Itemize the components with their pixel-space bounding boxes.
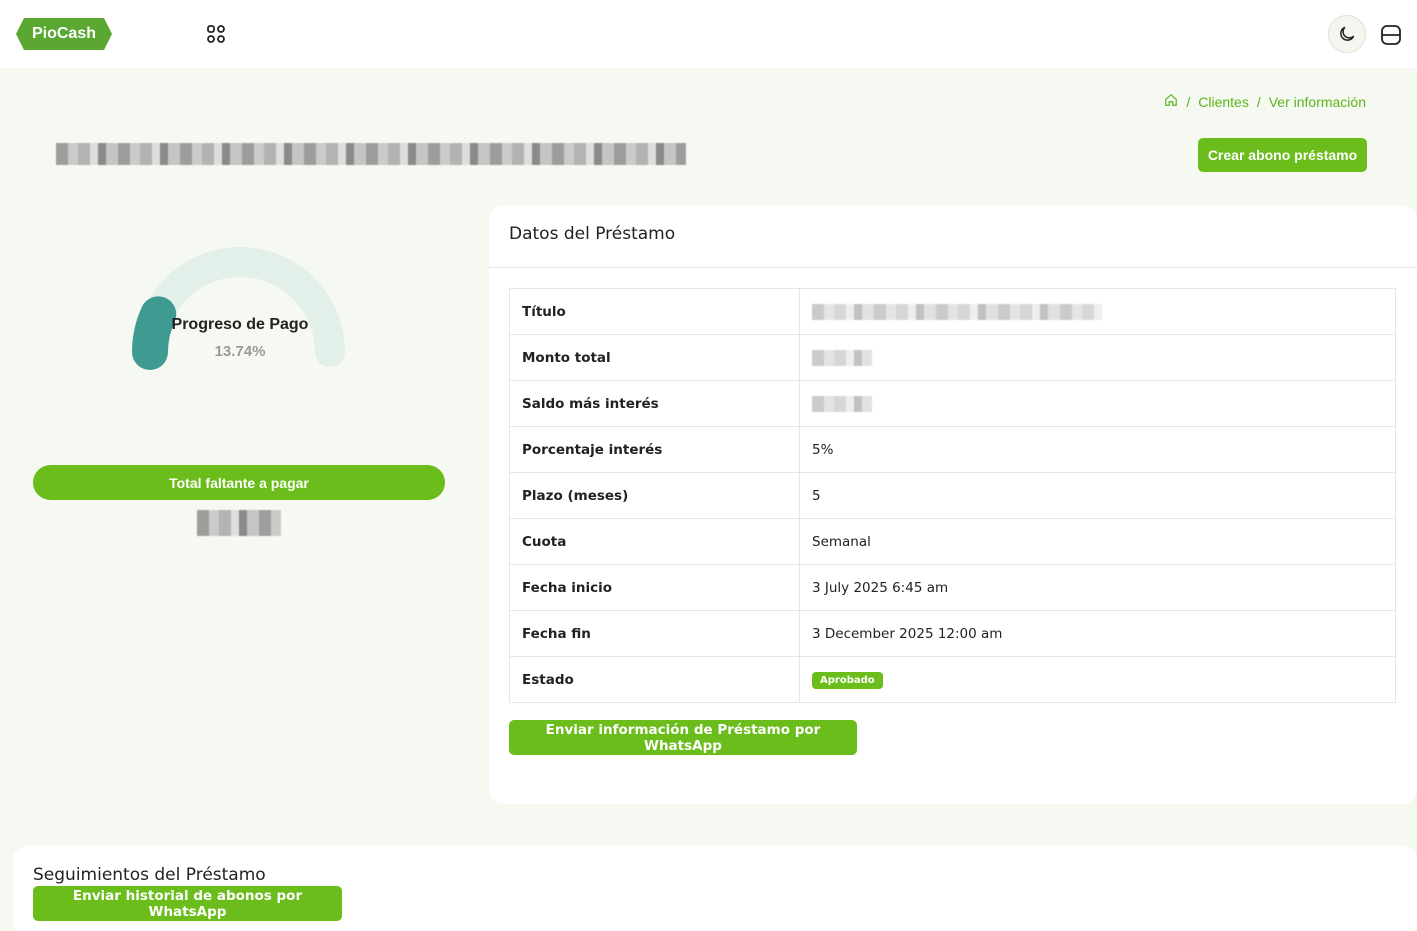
- row-value: 3 July 2025 6:45 am: [799, 564, 1396, 611]
- gauge-title: Progreso de Pago: [171, 316, 309, 333]
- table-row: Monto total: [509, 334, 1396, 381]
- breadcrumb-separator: /: [1256, 93, 1261, 110]
- row-label: Saldo más interés: [509, 380, 800, 427]
- home-icon[interactable]: [1164, 93, 1178, 110]
- redacted-value: [812, 303, 1102, 320]
- loan-tracking-title: Seguimientos del Préstamo: [33, 865, 266, 885]
- row-value: 5%: [799, 426, 1396, 473]
- redacted-value: [812, 349, 872, 366]
- table-row: Fecha fin 3 December 2025 12:00 am: [509, 610, 1396, 657]
- gauge-value: 13.74%: [214, 343, 266, 360]
- row-value: 5: [799, 472, 1396, 519]
- create-payment-button[interactable]: Crear abono préstamo: [1198, 138, 1367, 172]
- row-value: Aprobado: [799, 656, 1396, 703]
- breadcrumb-separator: /: [1186, 93, 1191, 110]
- breadcrumb-clientes[interactable]: Clientes: [1198, 94, 1249, 110]
- loan-tracking-card: Seguimientos del Préstamo Enviar histori…: [13, 846, 1417, 931]
- loan-details-title: Datos del Préstamo: [509, 224, 676, 244]
- row-label: Cuota: [509, 518, 800, 565]
- logo-text: PioCash: [31, 25, 96, 42]
- row-label: Plazo (meses): [509, 472, 800, 519]
- breadcrumb-ver-informacion[interactable]: Ver información: [1269, 94, 1366, 110]
- send-loan-whatsapp-button[interactable]: Enviar información de Préstamo por Whats…: [509, 720, 857, 755]
- loan-details-table: Título Monto total Saldo más interés Porcen…: [509, 288, 1396, 703]
- moon-icon: [1340, 26, 1355, 41]
- total-remaining-label: Total faltante a pagar: [33, 465, 445, 500]
- loan-details-card: Datos del Préstamo Título Monto total Sald…: [489, 206, 1417, 804]
- status-badge: Aprobado: [812, 671, 883, 689]
- redacted-value: [812, 395, 872, 412]
- table-row: Porcentaje interés 5%: [509, 426, 1396, 473]
- table-row: Saldo más interés: [509, 380, 1396, 427]
- table-row: Fecha inicio 3 July 2025 6:45 am: [509, 564, 1396, 611]
- apps-grid-icon[interactable]: [204, 22, 228, 46]
- row-value-redacted: [799, 380, 1396, 427]
- row-value-redacted: [799, 334, 1396, 381]
- card-divider: [489, 267, 1417, 268]
- piocash-logo[interactable]: PioCash: [16, 18, 112, 50]
- total-remaining-redacted: [197, 510, 281, 536]
- row-value-redacted: [799, 288, 1396, 335]
- table-row: Estado Aprobado: [509, 656, 1396, 703]
- table-row: Plazo (meses) 5: [509, 472, 1396, 519]
- table-row: Cuota Semanal: [509, 518, 1396, 565]
- row-label: Fecha fin: [509, 610, 800, 657]
- row-label: Fecha inicio: [509, 564, 800, 611]
- top-bar: PioCash: [0, 0, 1417, 68]
- row-label: Porcentaje interés: [509, 426, 800, 473]
- theme-toggle-button[interactable]: [1328, 15, 1366, 53]
- table-row: Título: [509, 288, 1396, 335]
- row-label: Monto total: [509, 334, 800, 381]
- panel-toggle-icon[interactable]: [1379, 23, 1403, 47]
- breadcrumb: / Clientes / Ver información: [1164, 93, 1366, 110]
- client-name-redacted: [56, 143, 686, 165]
- row-value: Semanal: [799, 518, 1396, 565]
- send-history-whatsapp-button[interactable]: Enviar historial de abonos por WhatsApp: [33, 886, 342, 921]
- row-label: Estado: [509, 656, 800, 703]
- row-value: 3 December 2025 12:00 am: [799, 610, 1396, 657]
- gauge-track: [135, 247, 345, 367]
- row-label: Título: [509, 288, 800, 335]
